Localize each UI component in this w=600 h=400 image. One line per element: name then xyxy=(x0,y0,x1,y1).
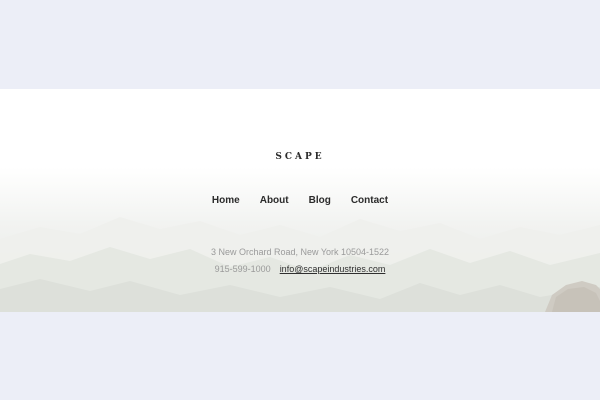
nav-link-home[interactable]: Home xyxy=(212,195,240,206)
nav-link-contact[interactable]: Contact xyxy=(351,195,388,206)
nav-link-about[interactable]: About xyxy=(260,195,289,206)
site-footer: SCAPE Home About Blog Contact 3 New Orch… xyxy=(0,89,600,312)
address-text: 3 New Orchard Road, New York 10504-1522 xyxy=(210,247,390,257)
email-link[interactable]: info@scapeindustries.com xyxy=(280,264,386,274)
brand-logo[interactable]: SCAPE xyxy=(0,152,600,162)
footer-nav: Home About Blog Contact xyxy=(0,195,600,206)
nav-link-blog[interactable]: Blog xyxy=(309,195,331,206)
phone-text: 915-599-1000 xyxy=(214,264,271,274)
contact-line: 915-599-1000 info@scapeindustries.com xyxy=(0,264,600,274)
page: SCAPE Home About Blog Contact 3 New Orch… xyxy=(0,0,600,400)
